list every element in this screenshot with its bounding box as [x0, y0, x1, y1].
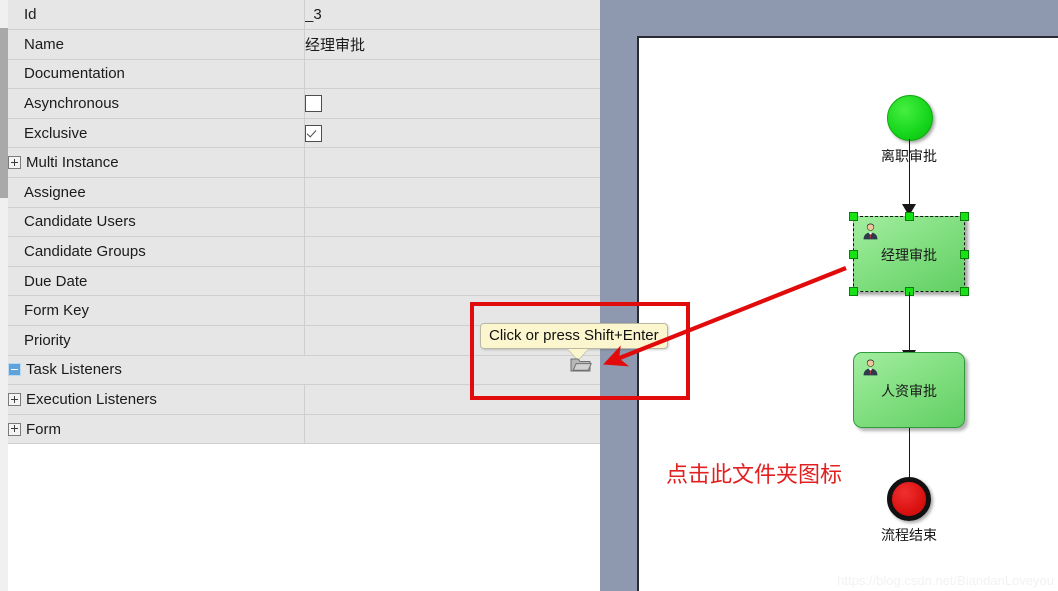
sequence-flow-line [908, 292, 910, 355]
properties-panel: Id _3 Name 经理审批 Documentation Asynchrono… [0, 0, 600, 591]
resize-handle-w[interactable] [849, 249, 858, 259]
exclusive-checkbox[interactable] [305, 124, 322, 142]
row-value-assignee[interactable] [304, 177, 600, 208]
row-label-exclusive[interactable]: Exclusive [8, 118, 305, 149]
row-value-due-date[interactable] [304, 266, 600, 297]
table-row[interactable]: Asynchronous [8, 88, 600, 119]
row-value-task-listeners[interactable] [304, 355, 600, 386]
bpmn-user-task-manager-approval[interactable]: 经理审批 [853, 216, 965, 292]
row-label-due-date[interactable]: Due Date [8, 266, 305, 297]
task-label: 经理审批 [881, 248, 937, 264]
sequence-flow-line [908, 139, 910, 208]
row-label-task-listeners[interactable]: Task Listeners [8, 355, 305, 386]
row-label-form-key[interactable]: Form Key [8, 295, 305, 327]
row-value-execution-listeners[interactable] [304, 384, 600, 415]
table-row[interactable]: Id _3 [8, 0, 600, 31]
label-text: Candidate Users [24, 213, 136, 231]
row-label-name[interactable]: Name [8, 29, 305, 60]
label-text: Exclusive [24, 124, 88, 142]
value-text: 经理审批 [305, 36, 366, 54]
row-value-exclusive[interactable] [304, 118, 600, 149]
label-text: Multi Instance [26, 154, 119, 172]
row-value-form-key[interactable] [304, 295, 600, 327]
row-label-execution-listeners[interactable]: Execution Listeners [8, 384, 305, 415]
bpmn-editor-area: 离职审批 经理审批 [600, 0, 1058, 591]
label-text: Priority [24, 331, 71, 349]
table-row[interactable]: Form [8, 414, 600, 445]
row-label-priority[interactable]: Priority [8, 325, 305, 356]
row-label-asynchronous[interactable]: Asynchronous [8, 88, 305, 119]
row-label-assignee[interactable]: Assignee [8, 177, 305, 208]
properties-table-body: Id _3 Name 经理审批 Documentation Asynchrono… [8, 0, 600, 445]
table-empty-area [8, 441, 600, 591]
resize-handle-nw[interactable] [849, 212, 858, 221]
resize-handle-n[interactable] [904, 212, 914, 221]
bpmn-start-event[interactable] [887, 95, 933, 141]
label-text: Assignee [24, 183, 86, 201]
table-row[interactable]: Form Key [8, 295, 600, 327]
row-value-name[interactable]: 经理审批 [304, 29, 600, 60]
asynchronous-checkbox[interactable] [305, 95, 322, 113]
row-value-multi-instance[interactable] [304, 147, 600, 179]
row-label-candidate-users[interactable]: Candidate Users [8, 207, 305, 238]
row-label-multi-instance[interactable]: Multi Instance [8, 147, 305, 179]
row-value-form[interactable] [304, 414, 600, 445]
user-task-person-icon [863, 359, 878, 376]
expand-plus-icon[interactable] [8, 393, 21, 407]
resize-handle-e[interactable] [960, 249, 969, 259]
task-label: 人资审批 [881, 384, 937, 400]
row-value-documentation[interactable] [304, 59, 600, 90]
collapse-minus-icon[interactable] [8, 363, 21, 377]
label-text: Id [24, 6, 37, 24]
resize-handle-ne[interactable] [960, 212, 969, 221]
label-text: Form Key [24, 302, 90, 320]
tooltip-click-or-shift-enter: Click or press Shift+Enter [480, 323, 668, 349]
row-label-form[interactable]: Form [8, 414, 305, 445]
user-task-person-icon [863, 223, 878, 240]
end-event-caption: 流程结束 [881, 528, 937, 544]
table-row[interactable]: Assignee [8, 177, 600, 208]
label-text: Form [26, 420, 61, 438]
open-folder-button[interactable] [570, 355, 592, 373]
table-row[interactable]: Name 经理审批 [8, 29, 600, 60]
row-label-id[interactable]: Id [8, 0, 305, 31]
bpmn-canvas[interactable]: 离职审批 经理审批 [637, 36, 1058, 591]
label-text: Task Listeners [26, 361, 122, 379]
table-row-selected-task-listeners[interactable]: Task Listeners [8, 355, 600, 386]
row-value-id[interactable]: _3 [304, 0, 600, 31]
scrollbar-thumb[interactable] [0, 28, 8, 198]
label-text: Due Date [24, 272, 88, 290]
bpmn-end-event[interactable] [887, 477, 931, 521]
table-row[interactable]: Documentation [8, 59, 600, 90]
table-row[interactable]: Multi Instance [8, 147, 600, 179]
row-label-documentation[interactable]: Documentation [8, 59, 305, 90]
expand-plus-icon[interactable] [8, 156, 21, 170]
expand-plus-icon[interactable] [8, 422, 21, 436]
label-text: Candidate Groups [24, 243, 146, 261]
watermark-text: https://blog.csdn.net/BiandanLoveyou [837, 573, 1054, 588]
label-text: Documentation [24, 65, 125, 83]
label-text: Execution Listeners [26, 391, 157, 409]
row-value-asynchronous[interactable] [304, 88, 600, 119]
value-text: _3 [305, 6, 322, 24]
bpmn-user-task-hr-approval[interactable]: 人资审批 [853, 352, 965, 428]
table-row[interactable]: Candidate Groups [8, 236, 600, 267]
row-value-candidate-users[interactable] [304, 207, 600, 238]
instruction-note-text: 点击此文件夹图标 [666, 463, 843, 488]
label-text: Name [24, 35, 65, 53]
table-row[interactable]: Candidate Users [8, 207, 600, 238]
table-row[interactable]: Exclusive [8, 118, 600, 149]
row-value-candidate-groups[interactable] [304, 236, 600, 267]
resize-handle-se[interactable] [960, 287, 969, 296]
table-row[interactable]: Due Date [8, 266, 600, 297]
table-row[interactable]: Execution Listeners [8, 384, 600, 415]
folder-icon [570, 358, 592, 372]
row-label-candidate-groups[interactable]: Candidate Groups [8, 236, 305, 267]
properties-table: Id _3 Name 经理审批 Documentation Asynchrono… [8, 0, 600, 445]
resize-handle-sw[interactable] [849, 287, 858, 296]
label-text: Asynchronous [24, 95, 120, 113]
